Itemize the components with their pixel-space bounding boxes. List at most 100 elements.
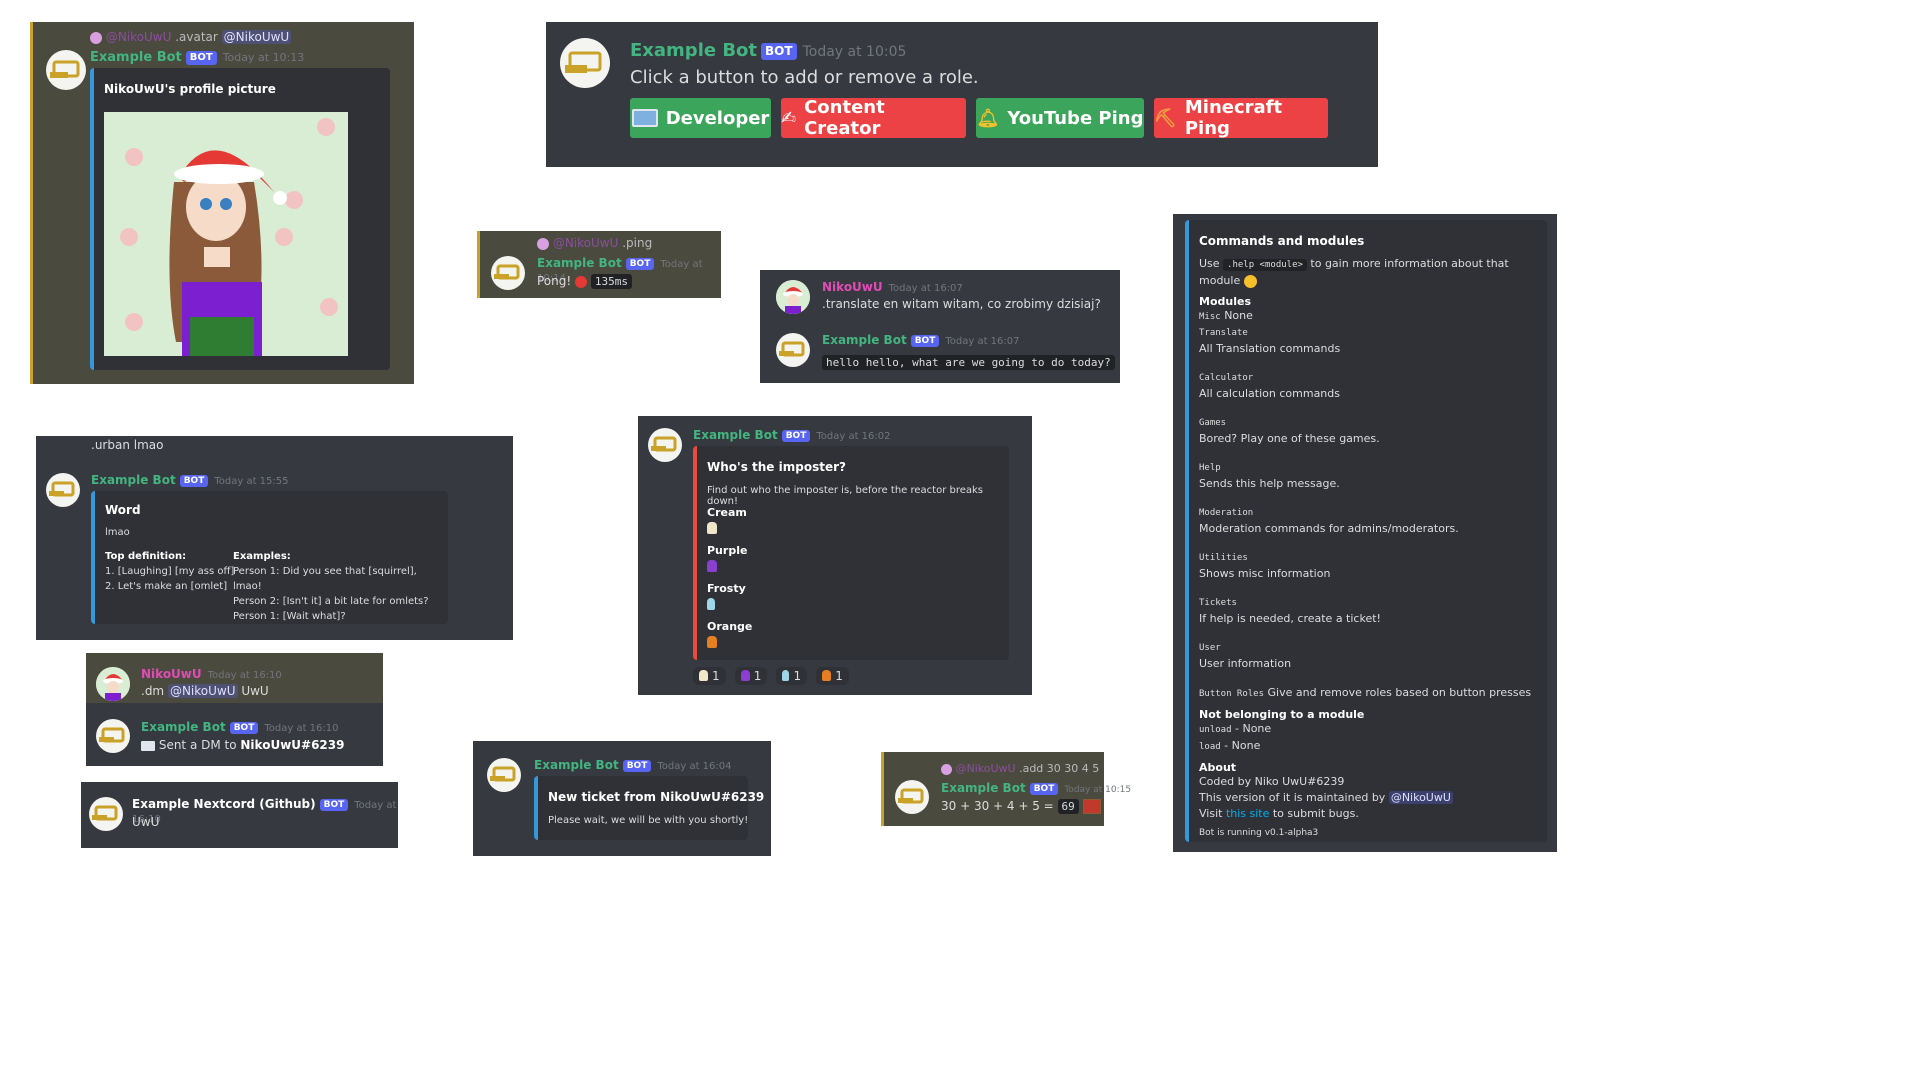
button-label: Minecraft Ping [1184,97,1283,139]
command-name: load [1199,742,1221,752]
reply-preview[interactable]: @NikoUwU .avatar @NikoUwU [90,30,292,44]
frosty-reaction[interactable]: 1 [776,666,808,685]
bot-avatar[interactable] [96,719,130,753]
bot-username[interactable]: Example Bot [630,40,757,61]
module-name: Translate [1199,328,1248,338]
bot-avatar[interactable] [487,758,521,792]
reactions-bar: 1 1 1 1 [693,666,853,685]
bot-avatar[interactable] [648,428,682,462]
examples-column: Examples: Person 1: Did you see that [sq… [233,549,448,624]
reply-preview[interactable]: @NikoUwU .ping [537,236,652,250]
ticket-embed: New ticket from NikoUwU#6239 Please wait… [534,776,764,840]
player-entry: Purple [707,544,752,582]
message-timestamp: Today at 10:13 [222,51,305,64]
bot-username[interactable]: Example Bot [941,781,1026,795]
bot-logo-icon [99,727,125,743]
embed-description: Find out who the imposter is, before the… [707,485,984,507]
laptop-icon [631,109,658,127]
webhook-username[interactable]: Example Nextcord (Github) [132,797,316,811]
highlight-bar [30,22,33,384]
definition-line: 2. Let's make an [omlet] [105,581,228,592]
player-name: Frosty [707,582,746,595]
maintainer-mention[interactable]: @NikoUwU [1388,791,1453,804]
reaction-count: 1 [712,668,720,683]
bot-avatar[interactable] [491,256,525,290]
reply-username[interactable]: @NikoUwU [553,236,619,250]
message-header: Example Bot BOT Today at 15:55 [91,473,289,487]
bot-avatar[interactable] [895,780,929,814]
bot-username[interactable]: Example Bot [693,428,778,442]
modules-label: Modules [1199,295,1251,308]
cream-reaction[interactable]: 1 [693,666,726,685]
module-name: Tickets [1199,598,1237,608]
ticket-card: Example Bot BOT Today at 16:04 New ticket … [473,741,771,856]
usage-pre: Use [1199,257,1224,270]
definition-column: Top definition: 1. [Laughing] [my ass of… [105,549,234,594]
bot-username[interactable]: Example Bot [537,256,622,270]
bot-avatar[interactable] [46,50,86,90]
command-unload: unload - None [1199,721,1539,738]
pong-text: Pong! [537,274,575,288]
translate-command-card: NikoUwU Today at 16:07 .translate en wita… [760,270,1120,383]
module-desc: Bored? Play one of these games. [1199,432,1380,445]
reply-username[interactable]: @NikoUwU [956,762,1016,775]
reply-mention[interactable]: @NikoUwU [221,30,292,44]
youtube-ping-role-button[interactable]: 🔔︎ YouTube Ping [976,98,1144,138]
user-avatar[interactable] [96,667,130,701]
user-username[interactable]: NikoUwU [141,667,202,681]
reply-username[interactable]: @NikoUwU [106,30,172,44]
bot-avatar[interactable] [776,333,810,367]
envelope-icon [141,740,155,751]
embed-title: NikoUwU's profile picture [104,82,276,96]
bot-avatar[interactable] [89,797,123,831]
crewmate-cream-icon [707,522,717,534]
bot-avatar[interactable] [560,38,610,88]
bot-badge: BOT [1029,782,1059,795]
content-creator-role-button[interactable]: ✍ Content Creator [781,97,966,139]
orange-reaction[interactable]: 1 [816,666,849,685]
bot-username[interactable]: Example Bot [91,473,176,487]
command-desc: - None [1220,739,1261,752]
user-message-text: .translate en witam witam, co zrobimy dz… [822,297,1101,311]
crewmate-orange-icon [822,670,832,681]
bot-logo-icon [494,264,520,280]
bot-username[interactable]: Example Bot [822,333,907,347]
dm-command-card: NikoUwU Today at 16:10 .dm @NikoUwU UwU E… [86,653,383,766]
bot-badge: BOT [761,42,797,60]
user-mention[interactable]: @NikoUwU [167,684,238,698]
profile-picture-image[interactable] [104,112,348,356]
maintainer-pre: This version of it is maintained by [1199,791,1389,804]
bot-badge: BOT [622,759,652,772]
translated-text: hello hello, what are we going to do tod… [822,355,1115,370]
sum-result: 69 [1057,799,1079,814]
user-username[interactable]: NikoUwU [822,280,883,294]
module-desc: If help is needed, create a ticket! [1199,612,1381,625]
about-maintainer: This version of it is maintained by @Nik… [1199,790,1539,806]
message-text: Click a button to add or remove a role. [630,67,979,88]
reply-text: .ping [618,236,653,250]
site-link[interactable]: this site [1226,807,1269,820]
developer-role-button[interactable]: Developer [630,98,771,138]
bot-username[interactable]: Example Bot [534,758,619,772]
purple-reaction[interactable]: 1 [734,666,768,685]
dm-command: .dm [141,684,168,698]
about-label: About [1199,761,1237,774]
embed-title: Word [105,503,141,517]
module-desc: Sends this help message. [1199,477,1340,490]
definition-label: Top definition: [105,551,187,562]
word-value: lmao [105,527,130,538]
module-help: Help Sends this help message. [1199,460,1539,492]
example-line: Person 1: Did you see that [squirrel], l… [233,566,417,592]
module-name: Button Roles [1199,689,1265,699]
bot-username[interactable]: Example Bot [90,50,182,65]
bot-username[interactable]: Example Bot [141,720,226,734]
user-avatar[interactable] [776,280,810,314]
module-desc: User information [1199,657,1292,670]
bot-avatar[interactable] [46,473,80,507]
minecraft-ping-role-button[interactable]: ⛏ Minecraft Ping [1154,97,1328,139]
message-header: NikoUwU Today at 16:10 [141,667,282,681]
reply-preview[interactable]: @NikoUwU .add 30 30 4 5 [941,762,1099,775]
button-label: YouTube Ping [1007,107,1144,129]
message-header: Example Bot BOT Today at 16:07 [822,333,1020,347]
bot-badge: BOT [319,798,349,811]
